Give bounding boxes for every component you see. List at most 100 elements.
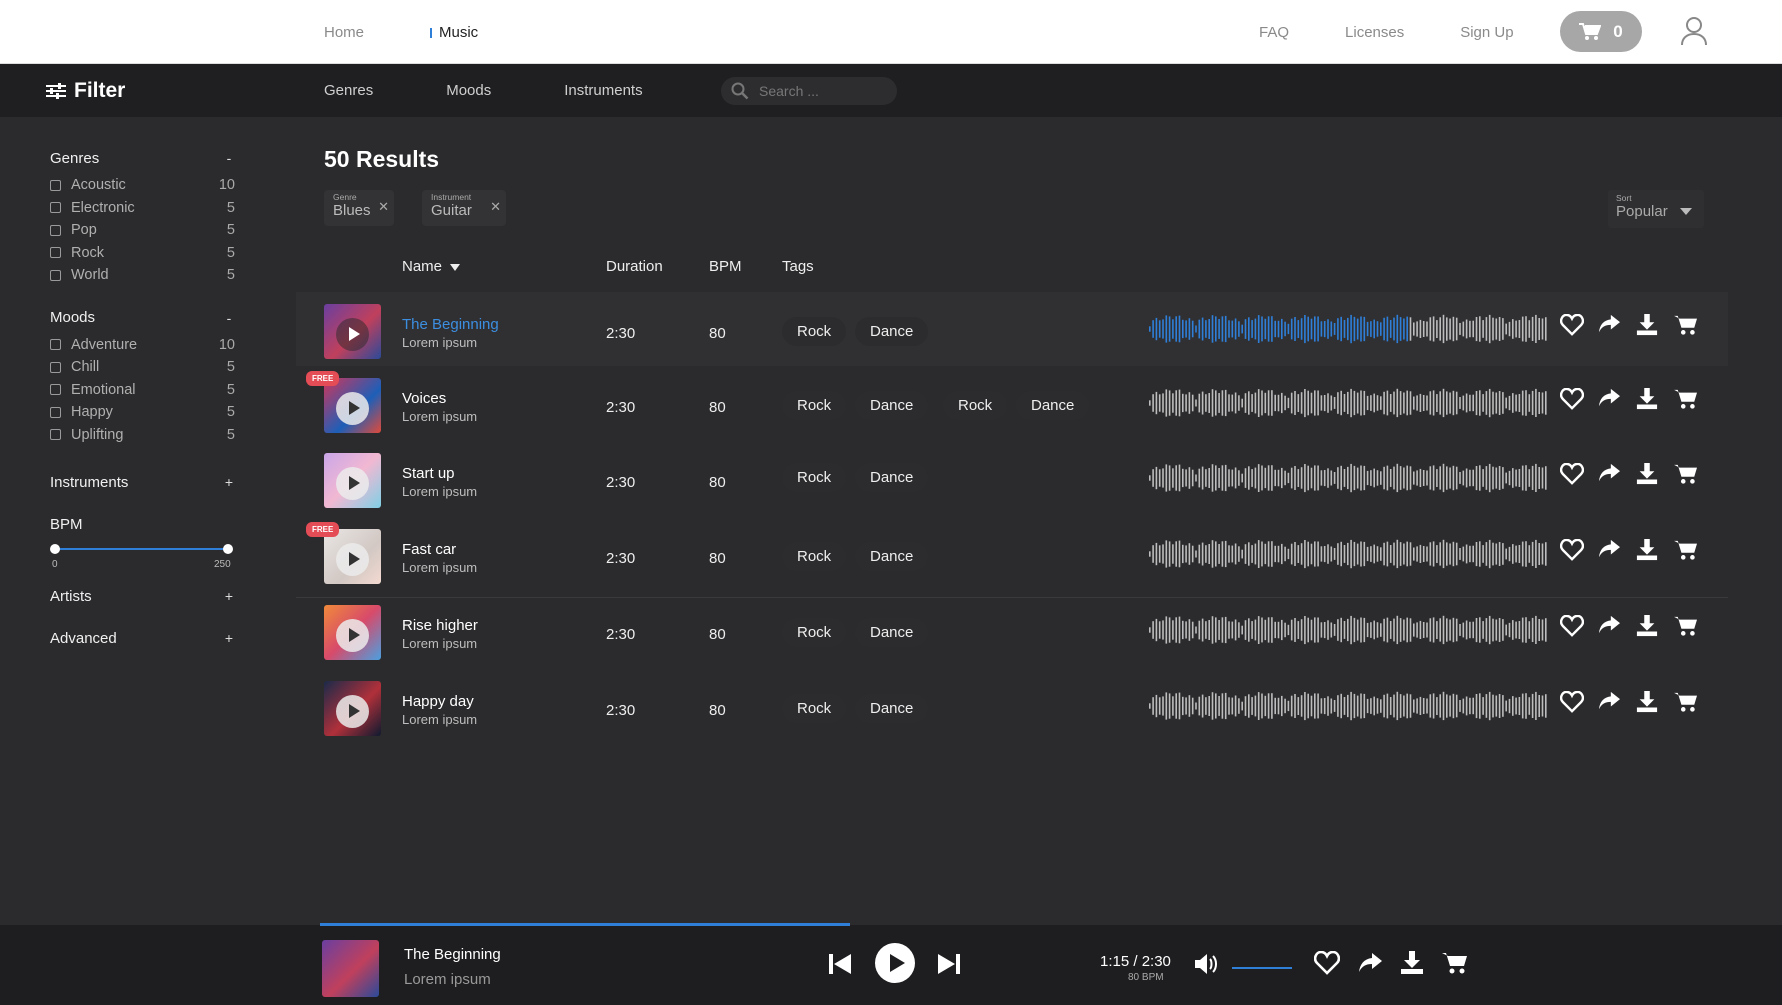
cart-icon[interactable] [1674,615,1698,639]
remove-filter-icon[interactable]: ✕ [378,199,389,215]
waveform[interactable] [1149,536,1551,572]
cart-icon[interactable] [1442,951,1468,975]
genres-collapse-toggle[interactable]: - [223,150,235,166]
advanced-section-header[interactable]: Advanced + [50,627,235,649]
heart-icon[interactable] [1314,951,1340,975]
track-title[interactable]: Fast car [402,541,456,558]
download-icon[interactable] [1636,314,1660,338]
download-icon[interactable] [1636,615,1660,639]
play-icon[interactable] [336,695,369,728]
heart-icon[interactable] [1560,539,1584,563]
play-pause-button[interactable] [875,943,915,983]
moods-collapse-toggle[interactable]: - [223,310,235,326]
bpm-max-handle[interactable] [223,544,233,554]
bpm-range-slider[interactable]: 0 250 [50,539,235,575]
checkbox[interactable] [50,202,61,214]
active-filter-chip-genre[interactable]: Genre Blues ✕ [324,190,394,226]
heart-icon[interactable] [1560,314,1584,338]
cart-button[interactable]: 0 [1560,11,1642,52]
track-title[interactable]: The Beginning [402,316,499,333]
checkbox[interactable] [50,406,61,418]
tag-pill[interactable]: Dance [855,542,929,571]
track-title[interactable]: Rise higher [402,617,478,634]
track-row[interactable]: Start up Lorem ipsum 2:30 80 Rock Dance [296,441,1728,515]
tag-pill[interactable]: Dance [855,317,929,346]
waveform[interactable] [1149,612,1551,648]
play-icon[interactable] [336,619,369,652]
prev-icon[interactable] [829,953,853,975]
track-row[interactable]: The Beginning Lorem ipsum 2:30 80 Rock D… [296,292,1728,366]
mood-option[interactable]: Chill 5 [50,356,235,379]
heart-icon[interactable] [1560,463,1584,487]
genre-option[interactable]: Electronic 5 [50,197,235,220]
checkbox[interactable] [50,247,61,259]
waveform[interactable] [1149,385,1551,421]
tag-pill[interactable]: Dance [1016,391,1090,420]
nav-faq-link[interactable]: FAQ [1259,24,1289,41]
heart-icon[interactable] [1560,691,1584,715]
tag-pill[interactable]: Rock [782,694,847,723]
checkbox[interactable] [50,361,61,373]
column-header-name[interactable]: Name [402,258,461,275]
download-icon[interactable] [1636,388,1660,412]
mood-option[interactable]: Happy 5 [50,401,235,424]
track-title[interactable]: Voices [402,390,446,407]
genre-option[interactable]: World 5 [50,264,235,287]
share-icon[interactable] [1358,953,1382,973]
download-icon[interactable] [1636,691,1660,715]
download-icon[interactable] [1636,539,1660,563]
tag-pill[interactable]: Dance [855,463,929,492]
nav-licenses-link[interactable]: Licenses [1345,24,1404,41]
share-icon[interactable] [1598,615,1622,639]
waveform[interactable] [1149,311,1551,347]
user-icon[interactable] [1680,16,1708,46]
track-row[interactable]: Rise higher Lorem ipsum 2:30 80 Rock Dan… [296,593,1728,667]
checkbox[interactable] [50,339,61,351]
nav-music-link[interactable]: Music [430,24,478,41]
remove-filter-icon[interactable]: ✕ [490,199,501,215]
cart-icon[interactable] [1674,463,1698,487]
checkbox[interactable] [50,179,61,191]
tag-pill[interactable]: Rock [782,618,847,647]
volume-icon[interactable] [1194,953,1220,975]
checkbox[interactable] [50,429,61,441]
heart-icon[interactable] [1560,388,1584,412]
cart-icon[interactable] [1674,691,1698,715]
artists-section-header[interactable]: Artists + [50,585,235,607]
share-icon[interactable] [1598,463,1622,487]
share-icon[interactable] [1598,314,1622,338]
mood-option[interactable]: Uplifting 5 [50,424,235,447]
volume-slider[interactable] [1232,967,1292,969]
instruments-expand-toggle[interactable]: + [223,474,235,490]
tag-pill[interactable]: Rock [782,542,847,571]
next-icon[interactable] [936,953,960,975]
tab-instruments[interactable]: Instruments [564,82,642,99]
bpm-min-handle[interactable] [50,544,60,554]
mood-option[interactable]: Emotional 5 [50,379,235,402]
cart-icon[interactable] [1674,388,1698,412]
tag-pill[interactable]: Rock [943,391,1008,420]
play-icon[interactable] [336,318,369,351]
cart-icon[interactable] [1674,539,1698,563]
play-icon[interactable] [336,543,369,576]
waveform[interactable] [1149,688,1551,724]
cart-icon[interactable] [1674,314,1698,338]
tag-pill[interactable]: Dance [855,694,929,723]
genre-option[interactable]: Pop 5 [50,219,235,242]
search-input[interactable] [759,83,879,99]
advanced-expand-toggle[interactable]: + [223,630,235,646]
active-filter-chip-instrument[interactable]: Instrument Guitar ✕ [422,190,506,226]
tag-pill[interactable]: Rock [782,317,847,346]
moods-section-header[interactable]: Moods - [50,307,235,329]
nav-signup-link[interactable]: Sign Up [1460,24,1513,41]
play-icon[interactable] [336,467,369,500]
tag-pill[interactable]: Dance [855,391,929,420]
download-icon[interactable] [1400,951,1424,975]
tab-moods[interactable]: Moods [446,82,491,99]
nav-home-link[interactable]: Home [324,24,364,41]
heart-icon[interactable] [1560,615,1584,639]
filter-toggle[interactable]: Filter [46,64,125,117]
checkbox[interactable] [50,224,61,236]
tag-pill[interactable]: Rock [782,391,847,420]
column-header-duration[interactable]: Duration [606,258,663,275]
